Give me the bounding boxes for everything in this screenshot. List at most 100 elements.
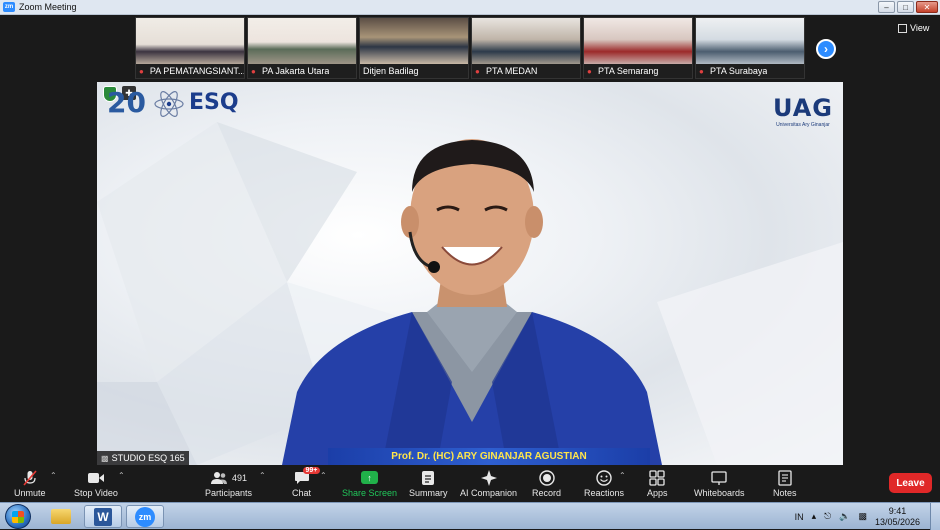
thumbnail-tile[interactable]: Ditjen Badilag (359, 17, 469, 79)
thumbnail-tile[interactable]: ● PA Jakarta Utara (247, 17, 357, 79)
thumbnail-name: PA Jakarta Utara (262, 66, 330, 76)
word-icon: W (94, 507, 112, 526)
maximize-button[interactable]: □ (897, 1, 914, 13)
video-camera-icon (87, 469, 105, 486)
window-title: Zoom Meeting (19, 2, 77, 12)
ai-companion-button[interactable]: AI Companion (460, 469, 517, 498)
minimize-icon: – (884, 2, 889, 12)
taskbar-explorer[interactable] (42, 505, 80, 528)
thumbnail-tile[interactable]: ● PA PEMATANGSIANT... (135, 17, 245, 79)
share-screen-icon: ↑ (361, 471, 379, 484)
uag-logo-text: UAG (772, 94, 833, 122)
leave-button[interactable]: Leave (889, 473, 932, 493)
record-icon (538, 469, 555, 486)
folder-icon (51, 509, 71, 524)
summary-button[interactable]: Summary (409, 469, 448, 498)
participant-name-label: ▩ STUDIO ESQ 165 (97, 451, 189, 465)
atom-icon (154, 91, 184, 117)
next-page-button[interactable]: › (816, 39, 836, 59)
stop-video-button[interactable]: Stop Video (74, 469, 118, 498)
maximize-icon: □ (903, 2, 908, 12)
share-screen-button[interactable]: ↑ Share Screen (342, 469, 397, 498)
whiteboard-icon (711, 470, 727, 485)
clock-time: 9:41 (888, 505, 907, 516)
language-indicator[interactable]: IN (795, 512, 804, 522)
thumbnail-tile[interactable]: ● PTA Semarang (583, 17, 693, 79)
close-button[interactable]: ✕ (916, 1, 938, 13)
speaker-name-caption: Prof. Dr. (HC) ARY GINANJAR AGUSTIAN (328, 448, 650, 465)
anniversary-logo: 20 (107, 86, 146, 119)
close-icon: ✕ (923, 2, 931, 12)
meeting-toolbar: Unmute ⌃ Stop Video ⌃ 491 Participants ⌃… (0, 465, 940, 502)
sparkle-icon (480, 469, 497, 486)
system-clock[interactable]: 9:41 13/05/2026 (875, 506, 920, 528)
zoom-icon: zm (135, 506, 155, 527)
zoom-app-icon: zm (3, 2, 15, 12)
thumbnail-video (584, 18, 692, 66)
unmute-button[interactable]: Unmute (14, 469, 46, 498)
thumbnail-video (136, 18, 244, 66)
uag-logo: UAG Universitas Ary Ginanjar (773, 94, 833, 128)
mic-muted-icon: ● (475, 66, 480, 76)
participant-count: 491 (232, 472, 248, 483)
system-tray: IN ▴ ⎋ 🔈 ▩ 9:41 13/05/2026 (795, 503, 940, 530)
participant-thumbnails: ● PA PEMATANGSIANT... ● PA Jakarta Utara D… (135, 17, 805, 79)
esq-logo: ESQ (189, 90, 239, 115)
mic-muted-icon: ● (251, 66, 256, 76)
start-button[interactable] (5, 504, 31, 529)
chat-options-caret[interactable]: ⌃ (320, 471, 327, 480)
taskbar-zoom[interactable]: zm (126, 505, 164, 528)
clock-date: 13/05/2026 (874, 516, 920, 527)
apps-button[interactable]: Apps (647, 469, 668, 498)
volume-icon[interactable]: 🔈 (839, 511, 850, 522)
view-label: View (910, 23, 930, 33)
participants-options-caret[interactable]: ⌃ (259, 471, 266, 480)
notes-button[interactable]: Notes (773, 469, 797, 498)
windows-logo-icon (12, 511, 24, 523)
show-desktop-button[interactable] (930, 503, 940, 530)
chevron-right-icon: › (824, 42, 828, 56)
record-button[interactable]: Record (532, 469, 561, 498)
whiteboards-button[interactable]: Whiteboards (694, 469, 745, 498)
chat-button[interactable]: 99+ Chat (292, 467, 321, 498)
thumbnail-video (696, 18, 804, 66)
speaker-name-text: Prof. Dr. (HC) ARY GINANJAR AGUSTIAN (391, 451, 587, 462)
taskbar-word[interactable]: W (84, 505, 122, 528)
thumbnail-name: PTA MEDAN (486, 66, 538, 76)
mic-muted-icon: ● (139, 66, 144, 76)
signal-strength-icon: ▩ (101, 453, 109, 463)
minimize-button[interactable]: – (878, 1, 895, 13)
thumbnail-name: PTA Semarang (598, 66, 659, 76)
speaker-person (282, 139, 662, 465)
thumbnail-tile[interactable]: ● PTA MEDAN (471, 17, 581, 79)
usb-icon[interactable]: ⎋ (824, 511, 831, 522)
summary-icon (422, 470, 435, 485)
microphone-muted-icon (22, 469, 38, 486)
participant-name: STUDIO ESQ 165 (111, 453, 185, 463)
view-button[interactable]: View (898, 23, 929, 33)
thumbnail-name: PA PEMATANGSIANT... (149, 66, 244, 76)
active-speaker-video[interactable]: ✚ 20 ESQ UAG Universitas Ary Ginanjar Pr… (97, 82, 843, 465)
reactions-options-caret[interactable]: ⌃ (619, 471, 626, 480)
uag-logo-subtitle: Universitas Ary Ginanjar (776, 122, 830, 128)
mic-muted-icon: ● (587, 66, 592, 76)
thumbnail-tile[interactable]: ● PTA Surabaya (695, 17, 805, 79)
thumbnail-video (360, 18, 468, 66)
audio-options-caret[interactable]: ⌃ (50, 471, 57, 480)
smiley-icon (596, 469, 612, 486)
windows-taskbar: W zm IN ▴ ⎋ 🔈 ▩ 9:41 13/05/2026 (0, 502, 940, 530)
show-hidden-icons-caret[interactable]: ▴ (812, 511, 817, 522)
notes-icon (778, 469, 792, 486)
video-options-caret[interactable]: ⌃ (118, 471, 125, 480)
thumbnail-name: PTA Surabaya (710, 66, 768, 76)
thumbnail-video (248, 18, 356, 66)
title-bar: zm Zoom Meeting – □ ✕ (0, 0, 940, 15)
thumbnail-name: Ditjen Badilag (363, 66, 419, 76)
participants-button[interactable]: 491 Participants (205, 469, 252, 498)
thumbnail-video (472, 18, 580, 66)
apps-icon (649, 469, 665, 486)
network-signal-icon[interactable]: ▩ (858, 511, 867, 522)
meeting-area: ● PA PEMATANGSIANT... ● PA Jakarta Utara D… (0, 15, 940, 465)
mic-muted-icon: ● (699, 66, 704, 76)
participants-icon (211, 471, 227, 484)
